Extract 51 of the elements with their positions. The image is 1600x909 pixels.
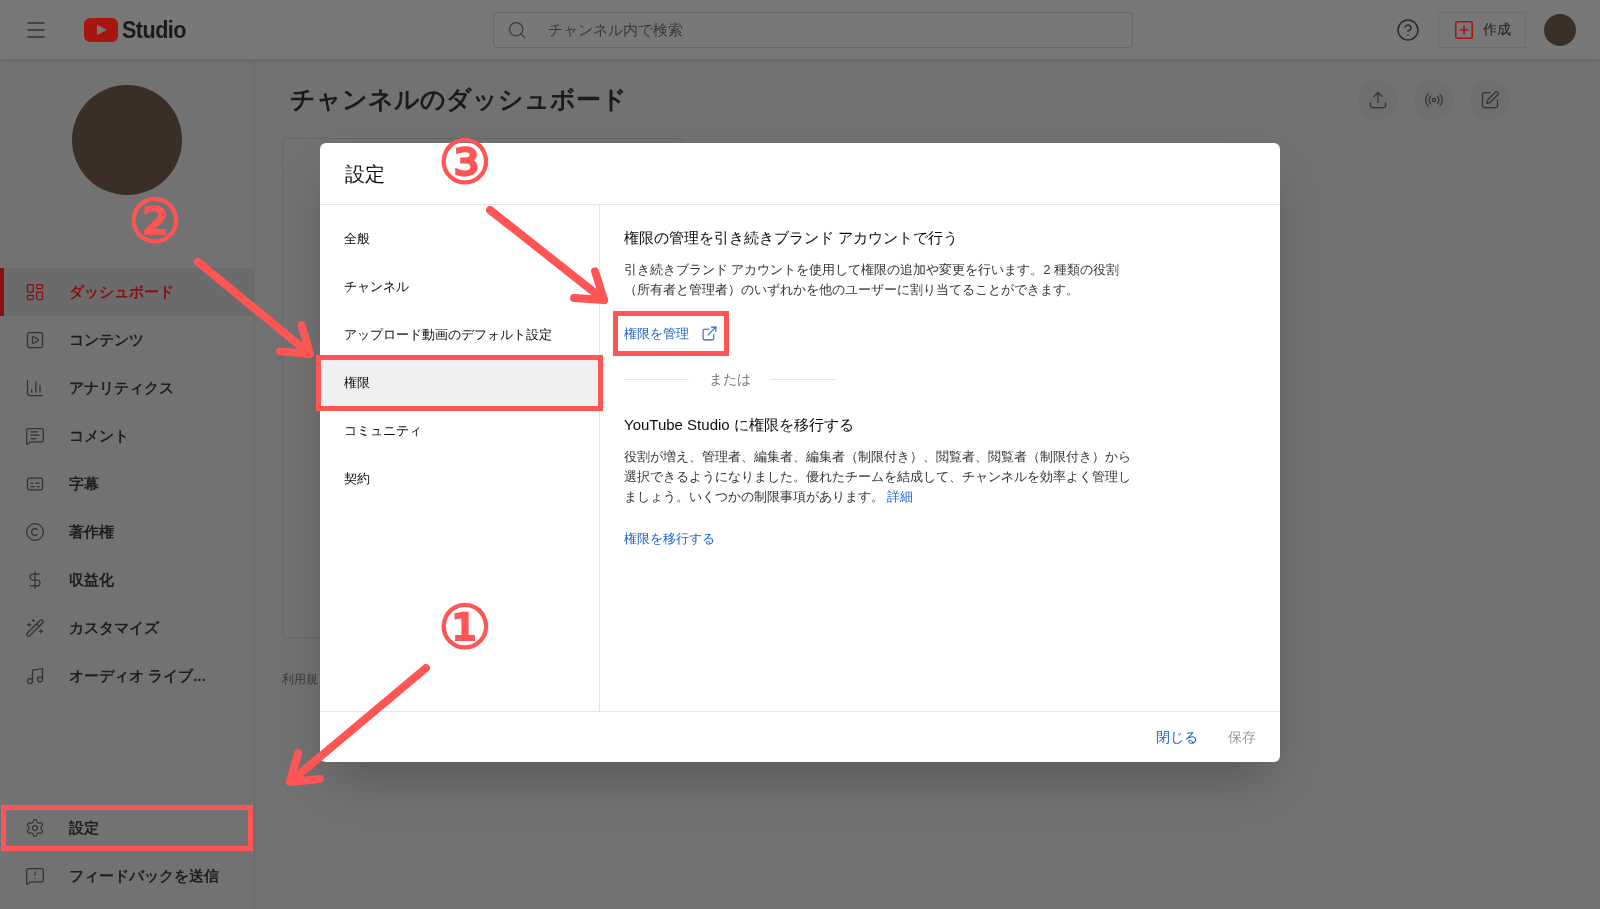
step-number: ② [128, 192, 182, 252]
add-video-icon [1453, 18, 1475, 41]
avatar[interactable] [1544, 13, 1576, 46]
upload-icon[interactable] [1358, 80, 1398, 120]
help-icon[interactable] [1396, 17, 1420, 42]
settings-tab[interactable]: 全般 [320, 215, 599, 263]
section-heading: YouTube Studio に権限を移行する [624, 415, 854, 435]
search-field[interactable]: チャンネル内で検索 [493, 11, 1134, 48]
dialog-button[interactable]: 閉じる [1156, 726, 1198, 748]
play-square-icon [25, 330, 45, 350]
manage-permissions-link[interactable]: 権限を管理 [614, 311, 728, 355]
step-number: ③ [438, 133, 492, 193]
page-title: チャンネルのダッシュボード [289, 84, 627, 116]
step-number: ① [438, 598, 492, 658]
sidebar-item[interactable]: 収益化 [0, 556, 254, 604]
dialog-title: 設定 [345, 161, 385, 187]
sidebar-item[interactable]: フィードバックを送信 [0, 852, 254, 900]
external-link-icon [701, 324, 718, 342]
sidebar-item[interactable]: コンテンツ [0, 316, 254, 364]
section-heading: 権限の管理を引き続きブランド アカウントで行う [624, 228, 959, 248]
magic-wand-icon [25, 618, 45, 638]
settings-icon [25, 818, 45, 838]
settings-tab[interactable]: コミュニティ [320, 407, 599, 455]
bar-chart-icon [25, 378, 45, 398]
divider-label: または [709, 370, 751, 389]
logo[interactable]: Studio [84, 11, 194, 48]
play-logo-icon [84, 17, 118, 42]
section-description: 役割が増え、管理者、編集者、編集者（制限付き）、閲覧者、閲覧者（制限付き）から選択できるようになりました。優れたチームを結成して、チャンネルを効率よく管理しましょう。いくつかの制限事項があります。 詳細 [624, 448, 1132, 506]
search-icon [507, 19, 528, 40]
sidebar-item[interactable]: 著作権 [0, 508, 254, 556]
sidebar-item[interactable]: オーディオ ライブ... [0, 652, 254, 700]
copyright-icon [25, 522, 45, 542]
settings-tab[interactable]: 契約 [320, 455, 599, 503]
section-description: 引き続きブランド アカウントを使用して権限の追加や変更を行います。2 種類の役割（所有者と管理者）のいずれかを他のユーザーに割り当てることができます。 [624, 261, 1120, 299]
feedback-icon [25, 866, 45, 886]
music-note-icon [25, 666, 45, 686]
live-broadcast-icon[interactable] [1414, 80, 1454, 120]
comment-icon [25, 426, 45, 446]
active-indicator [0, 268, 4, 316]
details-link[interactable]: 詳細 [887, 489, 914, 504]
settings-tab[interactable]: アップロード動画のデフォルト設定 [320, 311, 599, 359]
sidebar-item[interactable]: カスタマイズ [0, 604, 254, 652]
sidebar-item[interactable]: 字幕 [0, 460, 254, 508]
sidebar-item[interactable]: アナリティクス [0, 364, 254, 412]
edit-icon[interactable] [1470, 80, 1510, 120]
create-button[interactable]: 作成 [1438, 11, 1526, 48]
sidebar-item[interactable]: コメント [0, 412, 254, 460]
migrate-permissions-link[interactable]: 権限を移行する [624, 528, 715, 548]
settings-tab[interactable]: チャンネル [320, 263, 599, 311]
sidebar-item[interactable]: 設定 [0, 804, 254, 852]
dashboard-icon [25, 282, 45, 302]
